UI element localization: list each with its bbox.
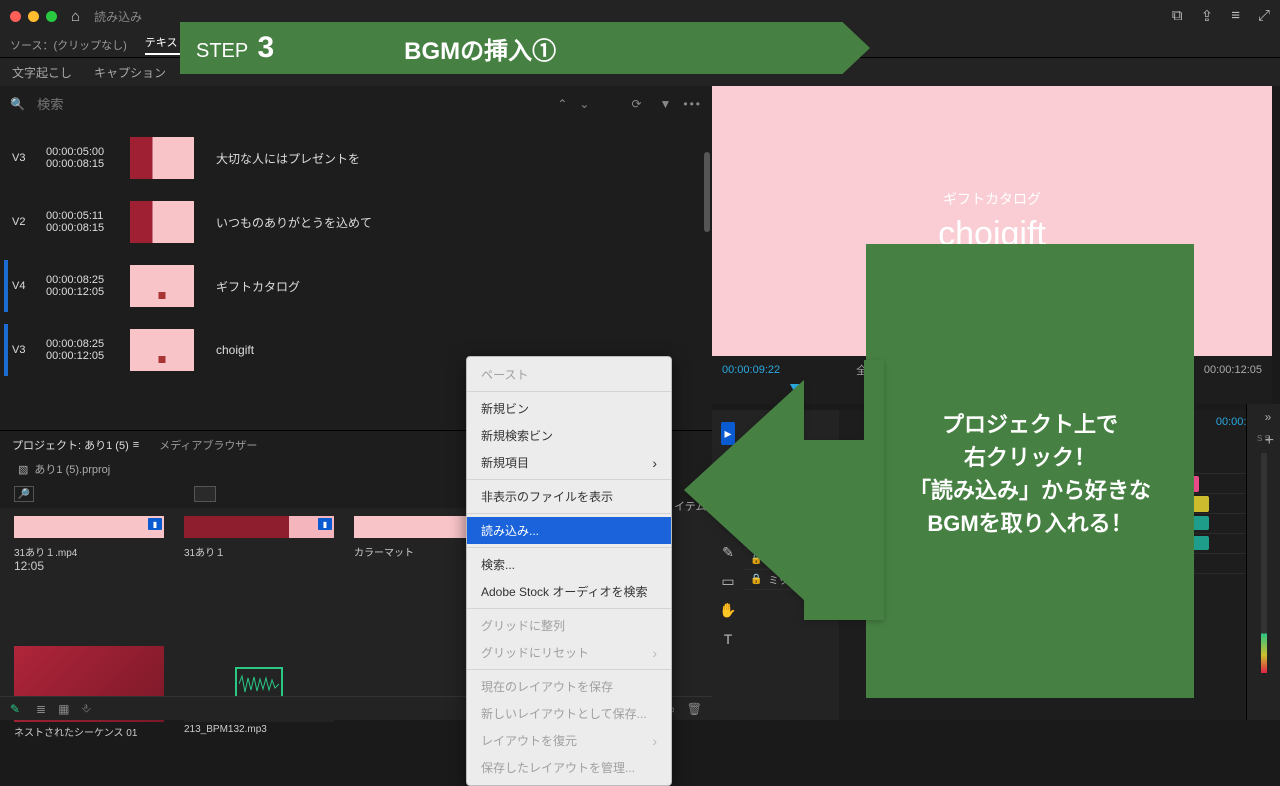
list-icon[interactable]: ≣ [36,702,46,716]
track-label: V3 [12,344,34,356]
transcribe-tab[interactable]: 文字起こし [12,64,72,81]
chevron-up-icon[interactable]: ⌃ [557,97,567,111]
bin-item[interactable]: ▮ 31あり１ [184,516,334,559]
bin-item[interactable]: 213_BPM132.mp3 [184,646,334,739]
share-icon[interactable]: ⇪ [1201,7,1214,25]
monitor-subtitle: ギフトカタログ [943,189,1041,209]
thumbnail [130,137,194,179]
titlebar-right: ⧉ ⇪ ≡ ⤢ [1172,7,1270,25]
context-menu: ペースト 新規ビン 新規検索ビン 新規項目 非表示のファイルを表示 読み込み..… [466,356,672,786]
step-banner: STEP 3 BGMの挿入① [180,22,870,74]
menu-item-restore-layout: レイアウトを復元 [467,727,671,754]
track-label: V3 [12,152,34,164]
app-title: 読み込み [94,8,142,25]
step-title: BGMの挿入① [404,31,556,66]
hamburger-icon[interactable]: ≡ [1231,7,1240,25]
project-icon: ▧ [18,463,28,476]
menu-item-align-grid: グリッドに整列 [467,612,671,639]
step-label: STEP 3 [196,31,274,65]
sort-icon[interactable]: ⎀ [81,701,91,716]
search-icon[interactable]: 🔍 [10,97,25,111]
track-label: V2 [12,216,34,228]
bin-item[interactable]: ▮ 31あり１.mp4 12:05 [14,516,164,577]
callout-text: プロジェクト上で 右クリック！ 「読み込み」から好きな BGMを取り入れる！ [909,408,1151,540]
level-meter [1261,453,1267,673]
duration: 00:00:12:05 [1204,364,1262,376]
freeform-icon[interactable]: ▦ [58,702,69,716]
menu-item-paste: ペースト [467,361,671,388]
plus-icon[interactable]: + [1265,432,1274,450]
menu-item-save-layout: 現在のレイアウトを保存 [467,673,671,700]
more-icon[interactable]: ••• [683,97,702,111]
audio-meter: S S [1246,404,1280,720]
search-input[interactable]: 🔎 [14,486,34,502]
window-controls [10,11,57,22]
media-browser-tab[interactable]: メディアブラウザー [159,437,257,453]
refresh-icon[interactable]: ⟳ [631,97,641,111]
timeline-side-controls: » + [1265,410,1274,450]
track-label: V4 [12,280,34,292]
callout-box: プロジェクト上で 右クリック！ 「読み込み」から好きな BGMを取り入れる！ [866,244,1194,698]
thumbnail [130,265,194,307]
minimize-icon[interactable] [28,11,39,22]
search-input[interactable] [37,97,545,112]
menu-item-show-hidden[interactable]: 非表示のファイルを表示 [467,483,671,510]
chevrons-icon[interactable]: » [1265,410,1274,424]
menu-item-new-search-bin[interactable]: 新規検索ビン [467,422,671,449]
caption-tab[interactable]: キャプション [94,64,166,81]
maximize-icon[interactable] [46,11,57,22]
badge-icon: ▮ [318,518,332,530]
menu-item-new-item[interactable]: 新規項目 [467,449,671,476]
newwindow-icon[interactable]: ⧉ [1172,7,1183,25]
caption-text: ギフトカタログ [216,278,300,295]
menu-item-find[interactable]: 検索... [467,551,671,578]
bin-item[interactable]: ネストされたシーケンス 01 [14,646,164,739]
fullscreen-icon[interactable]: ⤢ [1258,7,1270,25]
menu-item-new-bin[interactable]: 新規ビン [467,395,671,422]
caption-text: 大切な人にはプレゼントを [216,150,360,167]
menu-item-adobe-stock[interactable]: Adobe Stock オーディオを検索 [467,578,671,605]
menu-item-reset-grid: グリッドにリセット [467,639,671,666]
search-bar: 🔍 ⌃ ⌄ ⟳ ▼ ••• [0,86,712,122]
menu-item-import[interactable]: 読み込み... [467,517,671,544]
thumbnail [130,329,194,371]
badge-icon: ▮ [148,518,162,530]
home-icon[interactable]: ⌂ [71,8,80,25]
menu-item-manage-layouts: 保存したレイアウトを管理... [467,754,671,781]
source-tab[interactable]: ソース：(クリップなし) [10,37,127,53]
caption-text: いつものありがとうを込めて [216,214,372,231]
trash-icon[interactable]: 🗑 [687,702,702,716]
project-tab[interactable]: プロジェクト: あり1 (5) ≡ [12,437,139,453]
thumbnail [130,201,194,243]
type-tool-icon[interactable]: T [724,631,733,647]
thumbnail: ▮ [184,516,334,538]
list-item[interactable]: V4 00:00:08:2500:00:12:05 ギフトカタログ [0,254,712,318]
close-icon[interactable] [10,11,21,22]
filter-icon[interactable]: ▼ [660,97,672,111]
chevron-down-icon[interactable]: ⌄ [579,97,589,111]
thumbnail: ▮ [14,516,164,538]
menu-item-save-layout-as: 新しいレイアウトとして保存... [467,700,671,727]
arrow-icon [684,360,884,623]
caption-text: choigift [216,343,254,357]
pen-icon[interactable]: ✎ [10,702,24,716]
list-item[interactable]: V2 00:00:05:1100:00:08:15 いつものありがとうを込めて [0,190,712,254]
list-item[interactable]: V3 00:00:05:0000:00:08:15 大切な人にはプレゼントを [0,126,712,190]
view-icon[interactable] [194,486,216,502]
